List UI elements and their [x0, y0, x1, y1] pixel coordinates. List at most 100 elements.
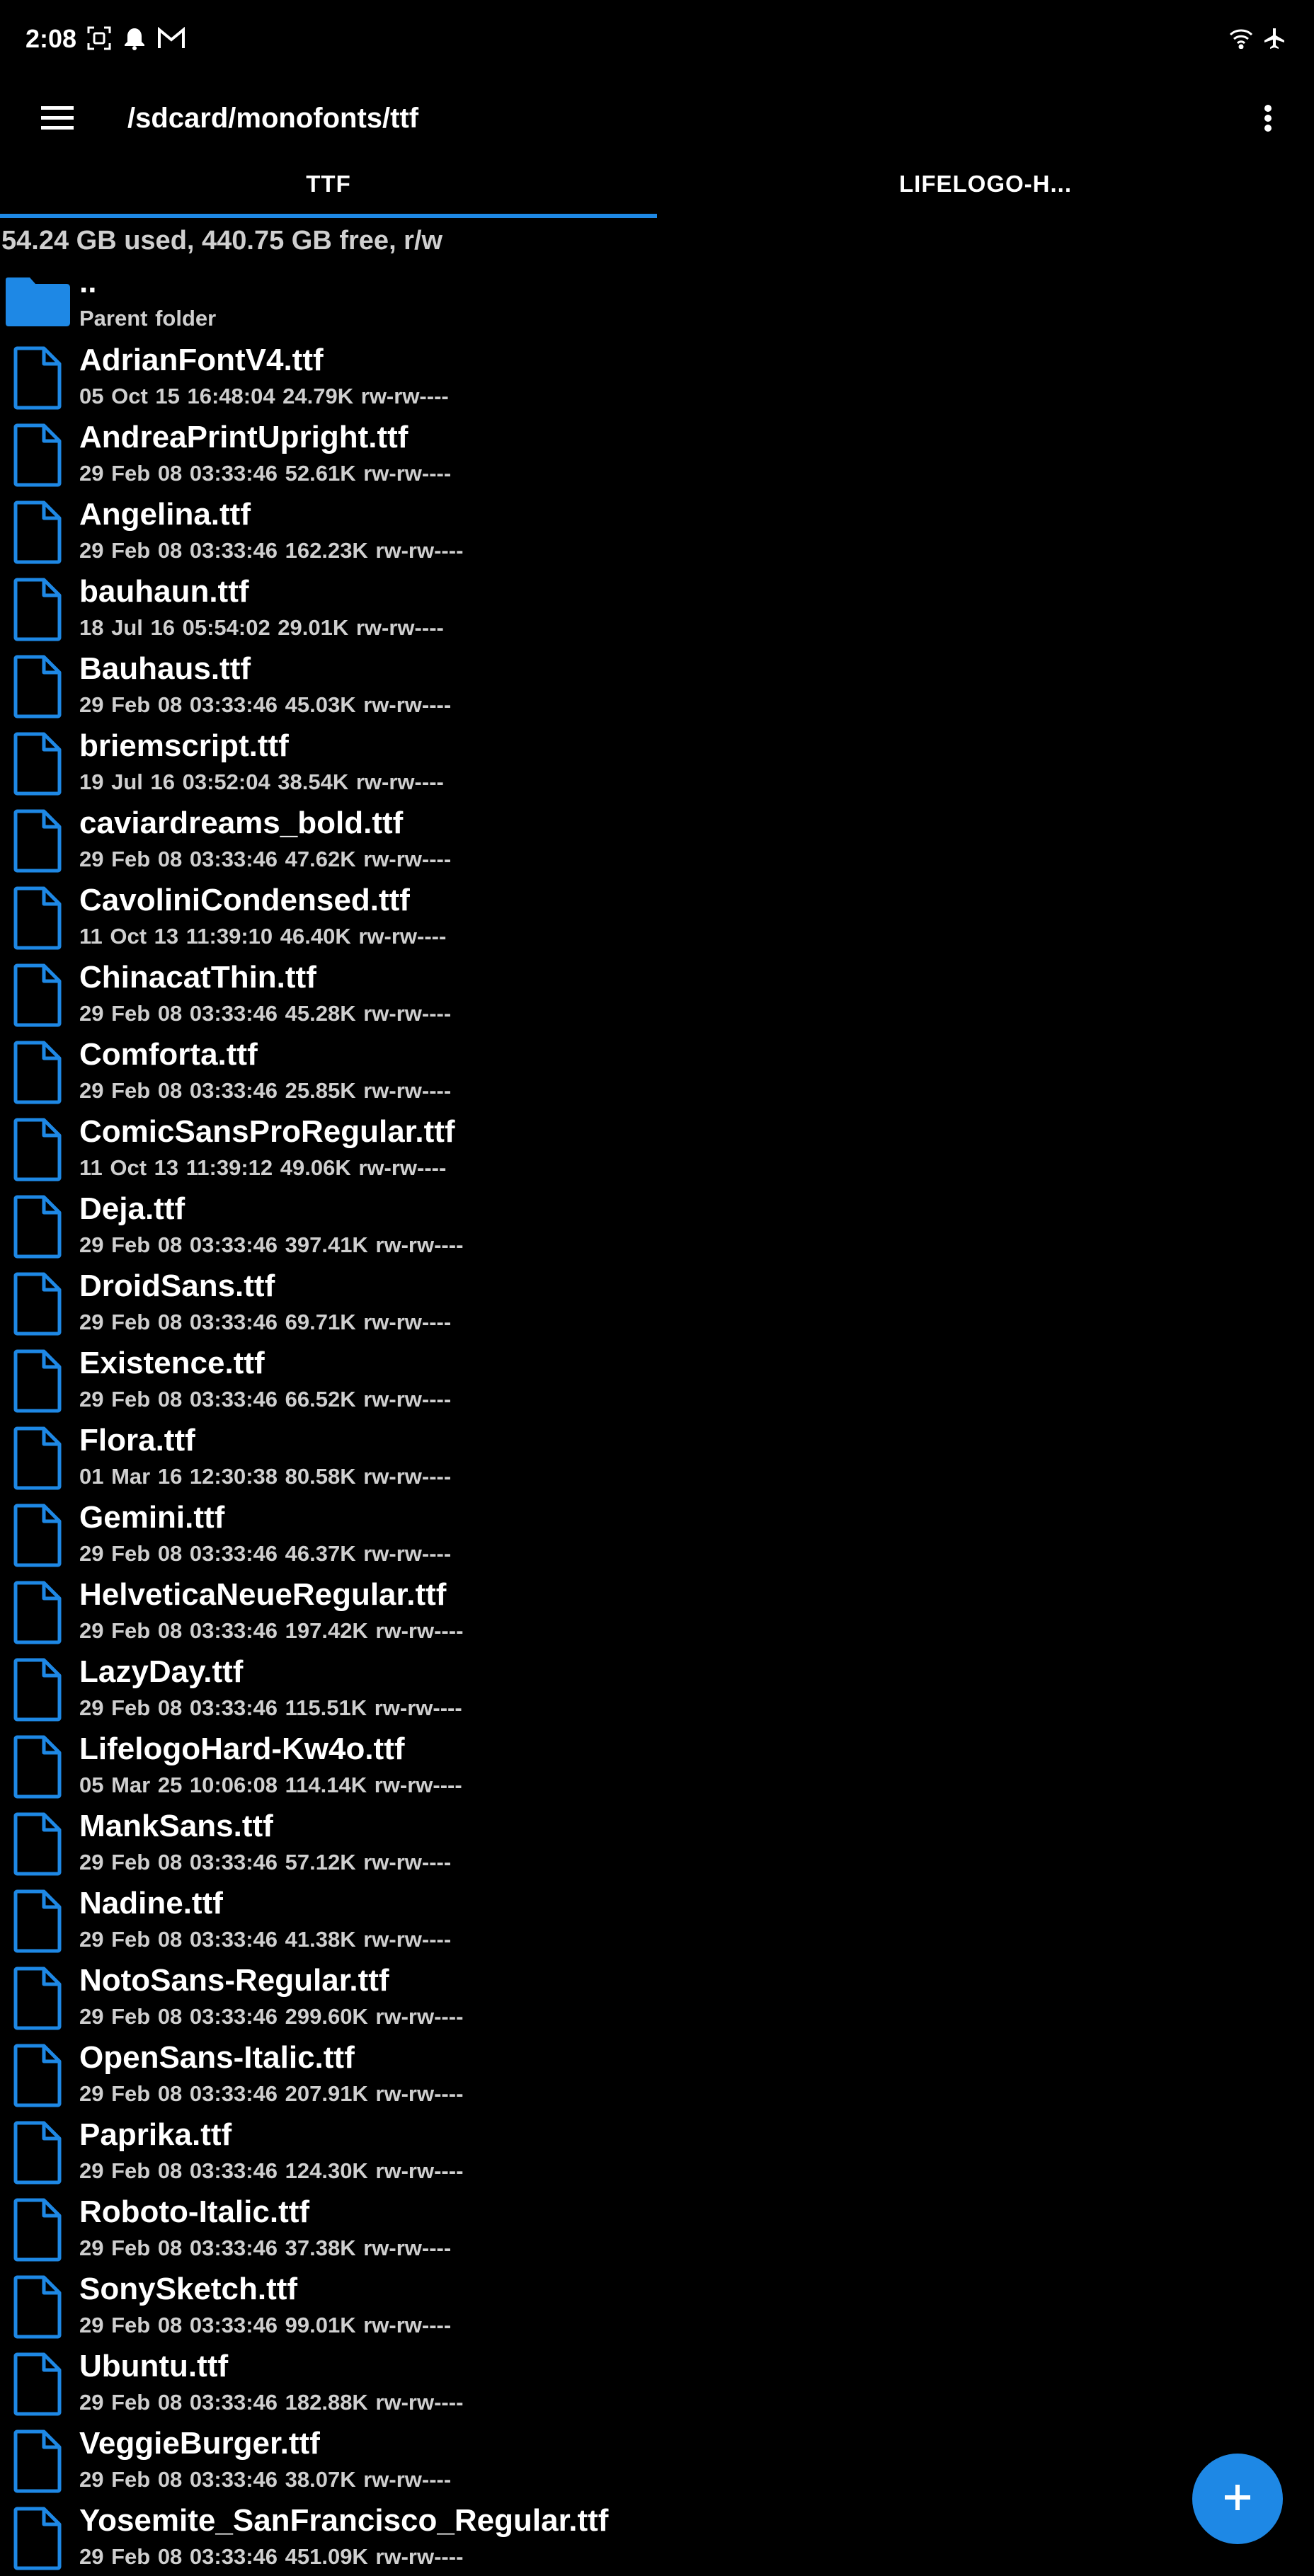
file-name: ComicSansProRegular.ttf: [79, 1114, 455, 1149]
add-icon: [1222, 2482, 1253, 2517]
file-name: Deja.ttf: [79, 1191, 185, 1226]
more-vert-icon[interactable]: [1250, 96, 1286, 140]
file-row[interactable]: Paprika.ttf 29 Feb 08 03:33:46 124.30K rw…: [0, 2113, 1314, 2190]
file-name: MankSans.ttf: [79, 1809, 273, 1843]
file-meta: 11 Oct 13 11:39:10 46.40K rw-rw----: [79, 924, 447, 949]
file-meta: 29 Feb 08 03:33:46 451.09K rw-rw----: [79, 2544, 464, 2569]
file-name: LifelogoHard-Kw4o.ttf: [79, 1731, 405, 1766]
file-name: Paprika.ttf: [79, 2117, 232, 2152]
file-row[interactable]: ChinacatThin.ttf 29 Feb 08 03:33:46 45.28…: [0, 956, 1314, 1033]
file-row[interactable]: CavoliniCondensed.ttf 11 Oct 13 11:39:10 …: [0, 878, 1314, 956]
file-name: AndreaPrintUpright.ttf: [79, 420, 409, 454]
file-row[interactable]: bauhaun.ttf 18 Jul 16 05:54:02 29.01K rw-…: [0, 570, 1314, 647]
file-meta: 29 Feb 08 03:33:46 66.52K rw-rw----: [79, 1387, 452, 1412]
file-row[interactable]: Angelina.ttf 29 Feb 08 03:33:46 162.23K r…: [0, 493, 1314, 570]
file-row[interactable]: HelveticaNeueRegular.ttf 29 Feb 08 03:33:…: [0, 1573, 1314, 1650]
file-row[interactable]: Comforta.ttf 29 Feb 08 03:33:46 25.85K rw…: [0, 1033, 1314, 1110]
file-name: bauhaun.ttf: [79, 574, 249, 609]
file-meta: 29 Feb 08 03:33:46 37.38K rw-rw----: [79, 2236, 452, 2260]
file-name: Nadine.ttf: [79, 1886, 223, 1920]
file-name: Flora.ttf: [79, 1423, 195, 1458]
file-meta: 18 Jul 16 05:54:02 29.01K rw-rw----: [79, 615, 444, 640]
file-meta: 29 Feb 08 03:33:46 299.60K rw-rw----: [79, 2004, 464, 2029]
file-name: briemscript.ttf: [79, 728, 289, 763]
file-row[interactable]: Yosemite_SanFrancisco_Regular.ttf 29 Feb …: [0, 2499, 1314, 2576]
file-name: OpenSans-Italic.ttf: [79, 2040, 355, 2075]
file-row[interactable]: OpenSans-Italic.ttf 29 Feb 08 03:33:46 20…: [0, 2036, 1314, 2113]
parent-folder-row[interactable]: .. Parent folder: [0, 265, 1314, 338]
file-row[interactable]: LazyDay.ttf 29 Feb 08 03:33:46 115.51K rw…: [0, 1650, 1314, 1727]
file-name: DroidSans.ttf: [79, 1269, 275, 1303]
path-title: /sdcard/monofonts/ttf: [127, 103, 419, 134]
file-name: Comforta.ttf: [79, 1037, 258, 1072]
file-name: Bauhaus.ttf: [79, 651, 251, 686]
file-meta: 05 Oct 15 16:48:04 24.79K rw-rw----: [79, 384, 449, 408]
file-meta: 29 Feb 08 03:33:46 38.07K rw-rw----: [79, 2467, 452, 2492]
file-row[interactable]: VeggieBurger.ttf 29 Feb 08 03:33:46 38.07…: [0, 2422, 1314, 2499]
tab-ttf[interactable]: TTF: [0, 157, 657, 218]
file-row[interactable]: Nadine.ttf 29 Feb 08 03:33:46 41.38K rw-r…: [0, 1882, 1314, 1959]
file-name: Gemini.ttf: [79, 1500, 225, 1535]
wifi-icon: [1229, 28, 1253, 52]
file-name: CavoliniCondensed.ttf: [79, 883, 410, 917]
file-name: Roboto-Italic.ttf: [79, 2194, 310, 2229]
parent-folder-label: Parent folder: [79, 306, 217, 331]
file-row[interactable]: ComicSansProRegular.ttf 11 Oct 13 11:39:1…: [0, 1110, 1314, 1187]
storage-info: 54.24 GB used, 440.75 GB free, r/w: [1, 226, 443, 256]
file-meta: 29 Feb 08 03:33:46 197.42K rw-rw----: [79, 1618, 464, 1643]
file-meta: 11 Oct 13 11:39:12 49.06K rw-rw----: [79, 1155, 447, 1180]
file-name: caviardreams_bold.ttf: [79, 806, 404, 840]
file-name: Existence.ttf: [79, 1346, 265, 1380]
file-meta: 29 Feb 08 03:33:46 162.23K rw-rw----: [79, 538, 464, 563]
file-row[interactable]: Deja.ttf 29 Feb 08 03:33:46 397.41K rw-rw…: [0, 1187, 1314, 1264]
file-row[interactable]: Bauhaus.ttf 29 Feb 08 03:33:46 45.03K rw-…: [0, 647, 1314, 724]
file-row[interactable]: Flora.ttf 01 Mar 16 12:30:38 80.58K rw-rw…: [0, 1419, 1314, 1496]
tab-indicator: [0, 214, 657, 218]
alarm-icon: [122, 25, 147, 55]
file-row[interactable]: MankSans.ttf 29 Feb 08 03:33:46 57.12K rw…: [0, 1804, 1314, 1882]
file-row[interactable]: SonySketch.ttf 29 Feb 08 03:33:46 99.01K …: [0, 2267, 1314, 2345]
file-list: .. Parent folder AdrianFontV4.ttf 05 Oct …: [0, 265, 1314, 2576]
file-row[interactable]: NotoSans-Regular.ttf 29 Feb 08 03:33:46 2…: [0, 1959, 1314, 2036]
file-row[interactable]: caviardreams_bold.ttf 29 Feb 08 03:33:46 …: [0, 801, 1314, 878]
file-meta: 29 Feb 08 03:33:46 46.37K rw-rw----: [79, 1541, 452, 1566]
add-button[interactable]: [1192, 2454, 1283, 2544]
file-row[interactable]: Existence.ttf 29 Feb 08 03:33:46 66.52K r…: [0, 1341, 1314, 1419]
file-meta: 29 Feb 08 03:33:46 45.28K rw-rw----: [79, 1001, 452, 1026]
file-meta: 29 Feb 08 03:33:46 99.01K rw-rw----: [79, 2313, 452, 2337]
file-row[interactable]: briemscript.ttf 19 Jul 16 03:52:04 38.54K…: [0, 724, 1314, 801]
gmail-icon: [157, 26, 185, 53]
file-meta: 29 Feb 08 03:33:46 115.51K rw-rw----: [79, 1695, 462, 1720]
file-row[interactable]: AdrianFontV4.ttf 05 Oct 15 16:48:04 24.79…: [0, 338, 1314, 416]
file-row[interactable]: Roboto-Italic.ttf 29 Feb 08 03:33:46 37.3…: [0, 2190, 1314, 2267]
file-meta: 29 Feb 08 03:33:46 57.12K rw-rw----: [79, 1850, 452, 1874]
hamburger-menu-icon[interactable]: [35, 96, 79, 140]
tab-bar: TTF LIFELOGO-H...: [0, 157, 1314, 218]
file-row[interactable]: AndreaPrintUpright.ttf 29 Feb 08 03:33:46…: [0, 416, 1314, 493]
tab-label: LIFELOGO-H...: [899, 171, 1072, 197]
file-meta: 29 Feb 08 03:33:46 47.62K rw-rw----: [79, 847, 452, 871]
file-row[interactable]: Ubuntu.ttf 29 Feb 08 03:33:46 182.88K rw-…: [0, 2345, 1314, 2422]
file-name: HelveticaNeueRegular.ttf: [79, 1577, 447, 1612]
file-name: ChinacatThin.ttf: [79, 960, 316, 995]
tab-lifelogo[interactable]: LIFELOGO-H...: [657, 157, 1314, 218]
airplane-mode-icon: [1263, 27, 1286, 53]
status-icons-left: [86, 25, 185, 54]
file-meta: 29 Feb 08 03:33:46 69.71K rw-rw----: [79, 1310, 452, 1334]
file-row[interactable]: Gemini.ttf 29 Feb 08 03:33:46 46.37K rw-r…: [0, 1496, 1314, 1573]
parent-folder-name: ..: [79, 265, 97, 299]
file-meta: 19 Jul 16 03:52:04 38.54K rw-rw----: [79, 769, 444, 794]
status-icons-right: [1229, 25, 1286, 54]
file-meta: 29 Feb 08 03:33:46 182.88K rw-rw----: [79, 2390, 464, 2415]
file-meta: 29 Feb 08 03:33:46 45.03K rw-rw----: [79, 692, 452, 717]
file-row[interactable]: DroidSans.ttf 29 Feb 08 03:33:46 69.71K r…: [0, 1264, 1314, 1341]
file-name: Angelina.ttf: [79, 497, 251, 532]
file-meta: 29 Feb 08 03:33:46 41.38K rw-rw----: [79, 1927, 452, 1952]
file-meta: 29 Feb 08 03:33:46 207.91K rw-rw----: [79, 2081, 464, 2106]
file-row[interactable]: LifelogoHard-Kw4o.ttf 05 Mar 25 10:06:08 …: [0, 1727, 1314, 1804]
screenshot-icon: [86, 25, 112, 55]
file-meta: 05 Mar 25 10:06:08 114.14K rw-rw----: [79, 1773, 462, 1797]
file-name: NotoSans-Regular.ttf: [79, 1963, 389, 1998]
file-name: SonySketch.ttf: [79, 2272, 298, 2306]
tab-label: TTF: [306, 171, 351, 197]
